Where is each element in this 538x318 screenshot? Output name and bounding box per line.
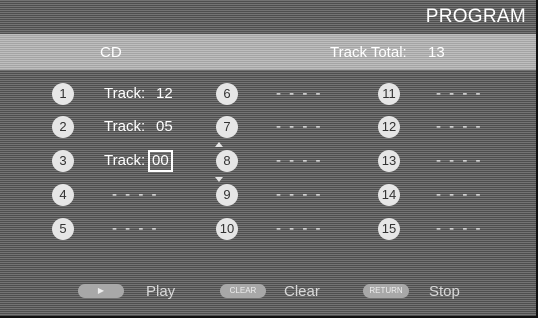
program-slot-8[interactable]: 8 - - - - xyxy=(216,150,366,172)
decrement-arrow-icon[interactable] xyxy=(215,177,223,182)
empty-track-placeholder: - - - - xyxy=(276,186,323,203)
program-slot-15[interactable]: 15 - - - - xyxy=(378,218,528,240)
program-slot-4[interactable]: 4 - - - - xyxy=(52,184,202,206)
track-total-label: Track Total: xyxy=(330,44,407,61)
slot-number-badge: 5 xyxy=(52,218,74,240)
slot-number-badge: 8 xyxy=(216,150,238,172)
empty-track-placeholder: - - - - xyxy=(436,152,483,169)
slot-number-badge: 4 xyxy=(52,184,74,206)
slot-number-badge: 2 xyxy=(52,116,74,138)
empty-track-placeholder: - - - - xyxy=(276,118,323,135)
slot-number-badge: 13 xyxy=(378,150,400,172)
stop-label: Stop xyxy=(429,283,460,300)
program-slot-2[interactable]: 2 Track: 05 xyxy=(52,116,202,138)
program-slot-7[interactable]: 7 - - - - xyxy=(216,116,366,138)
track-label: Track: xyxy=(104,85,146,102)
clear-label: Clear xyxy=(284,283,320,300)
empty-track-placeholder: - - - - xyxy=(436,85,483,102)
return-button[interactable]: RETURN xyxy=(363,284,409,298)
program-slot-13[interactable]: 13 - - - - xyxy=(378,150,528,172)
play-label: Play xyxy=(146,283,176,300)
program-slot-3[interactable]: 3 Track: 00 xyxy=(52,142,223,182)
slot-number-badge: 7 xyxy=(216,116,238,138)
track-value: 05 xyxy=(156,118,173,135)
track-label: Track: xyxy=(104,118,146,135)
program-screen: PROGRAM CD Track Total: 13 1 Track: 12 2… xyxy=(0,0,538,318)
program-slot-9[interactable]: 9 - - - - xyxy=(216,184,366,206)
clear-button[interactable]: CLEAR xyxy=(220,284,266,298)
slot-number-badge: 6 xyxy=(216,83,238,105)
increment-arrow-icon[interactable] xyxy=(215,142,223,147)
slot-number-badge: 9 xyxy=(216,184,238,206)
program-slot-10[interactable]: 10 - - - - xyxy=(216,218,366,240)
program-slot-1[interactable]: 1 Track: 12 xyxy=(52,83,202,105)
track-label: Track: xyxy=(104,152,146,169)
empty-track-placeholder: - - - - xyxy=(276,220,323,237)
slot-number-badge: 11 xyxy=(378,83,400,105)
program-slot-6[interactable]: 6 - - - - xyxy=(216,83,366,105)
empty-track-placeholder: - - - - xyxy=(112,220,159,237)
empty-track-placeholder: - - - - xyxy=(436,220,483,237)
slot-number-badge: 10 xyxy=(216,218,238,240)
track-value-input[interactable]: 00 xyxy=(148,150,173,172)
program-header-bar: CD Track Total: 13 xyxy=(0,34,536,70)
source-label: CD xyxy=(100,44,122,61)
empty-track-placeholder: - - - - xyxy=(436,118,483,135)
track-value: 12 xyxy=(156,85,173,102)
empty-track-placeholder: - - - - xyxy=(436,186,483,203)
empty-track-placeholder: - - - - xyxy=(276,85,323,102)
empty-track-placeholder: - - - - xyxy=(276,152,323,169)
empty-track-placeholder: - - - - xyxy=(112,186,159,203)
track-total-value: 13 xyxy=(428,44,445,61)
play-button[interactable]: ▶ xyxy=(78,284,124,298)
slot-number-badge: 15 xyxy=(378,218,400,240)
program-slot-5[interactable]: 5 - - - - xyxy=(52,218,202,240)
program-slot-11[interactable]: 11 - - - - xyxy=(378,83,528,105)
slot-number-badge: 14 xyxy=(378,184,400,206)
slot-number-badge: 3 xyxy=(52,150,74,172)
screen-title: PROGRAM xyxy=(425,6,526,27)
program-slot-14[interactable]: 14 - - - - xyxy=(378,184,528,206)
program-slot-12[interactable]: 12 - - - - xyxy=(378,116,528,138)
slot-number-badge: 12 xyxy=(378,116,400,138)
slot-number-badge: 1 xyxy=(52,83,74,105)
